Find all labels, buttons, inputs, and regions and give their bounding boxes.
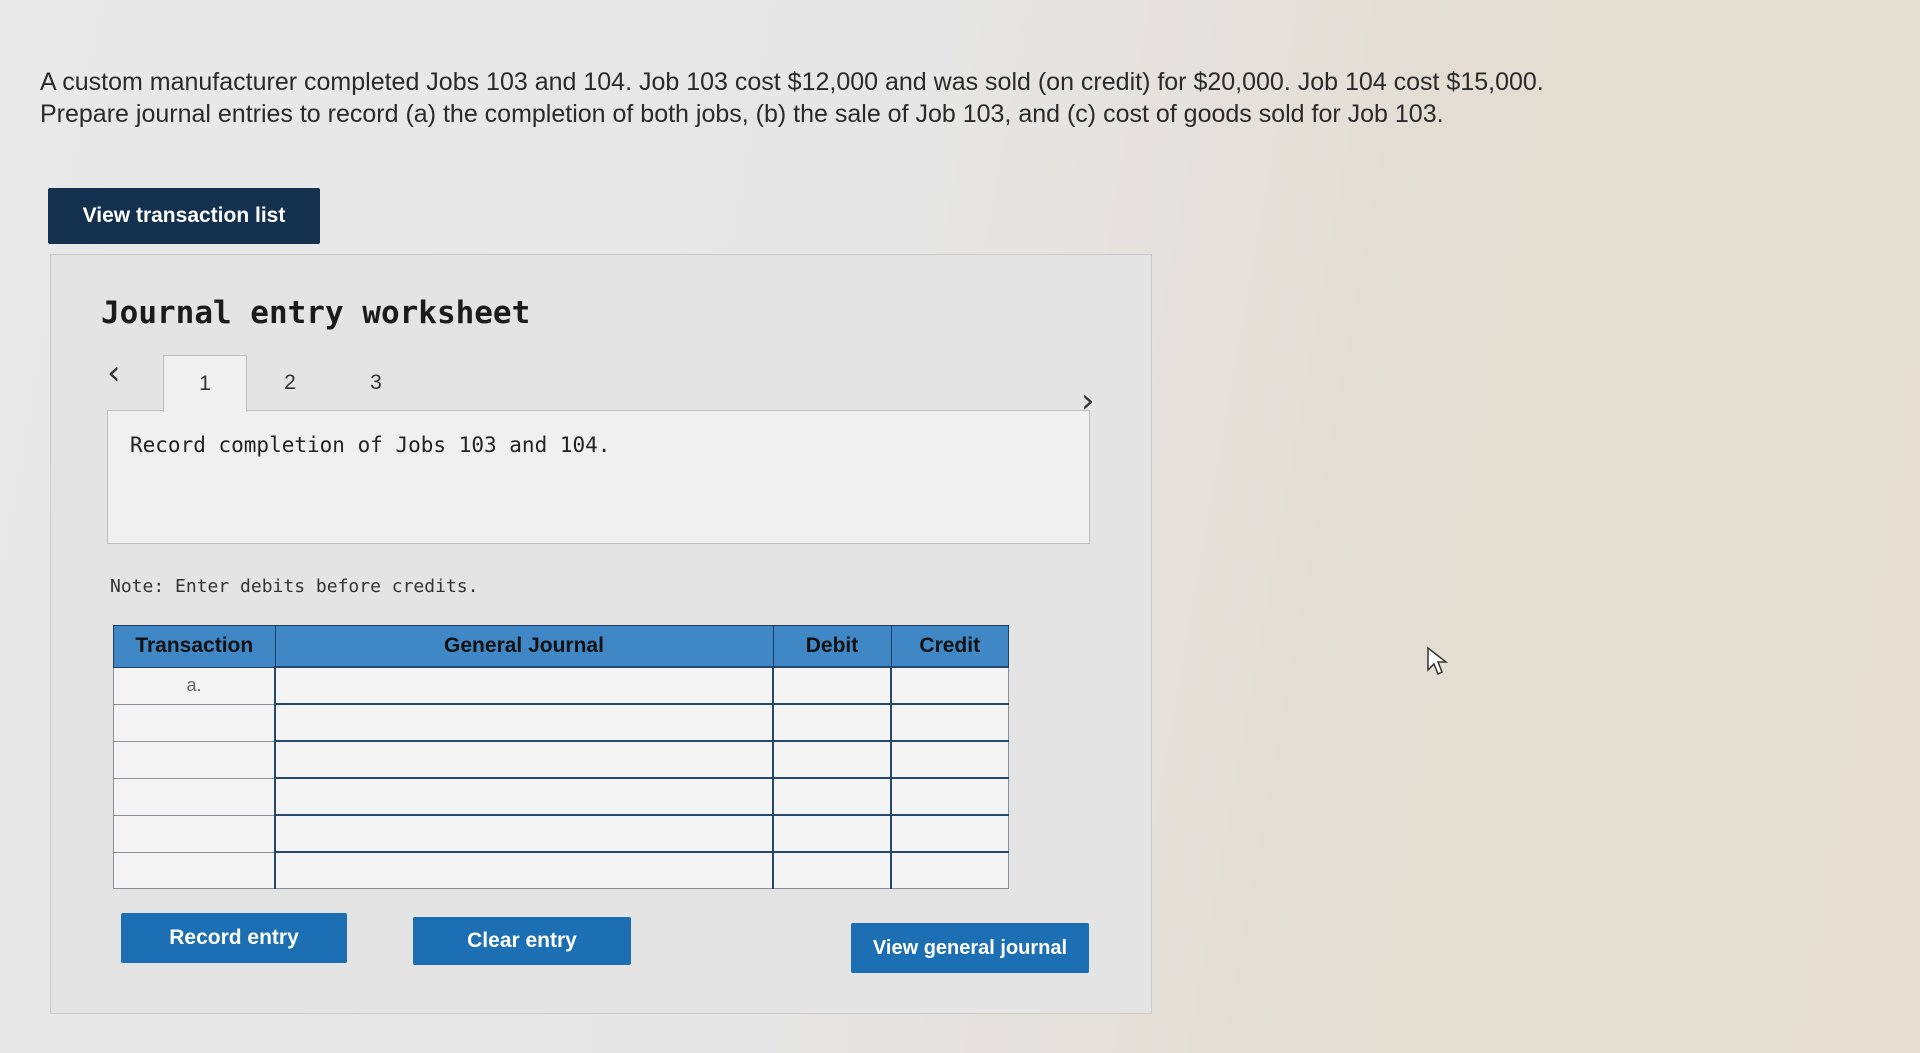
tab-3[interactable]: 3: [335, 355, 417, 411]
clear-entry-button[interactable]: Clear entry: [413, 917, 631, 965]
transaction-cell: [113, 703, 276, 742]
record-entry-button[interactable]: Record entry: [121, 913, 347, 963]
debit-input[interactable]: [772, 740, 892, 779]
header-debit: Debit: [772, 625, 892, 668]
problem-line-2: Prepare journal entries to record (a) th…: [40, 100, 1444, 128]
table-row: a.: [113, 666, 1009, 705]
account-select[interactable]: [274, 740, 774, 779]
problem-statement: A custom manufacturer completed Jobs 103…: [40, 66, 1620, 130]
problem-line-1: A custom manufacturer completed Jobs 103…: [40, 68, 1544, 96]
debit-input[interactable]: [772, 777, 892, 816]
tab-1[interactable]: 1: [163, 355, 247, 412]
tab-2[interactable]: 2: [249, 355, 331, 411]
credit-input[interactable]: [890, 777, 1009, 816]
table-row: [113, 851, 1009, 889]
journal-entry-worksheet: Journal entry worksheet ‹ 1 2 3 › Record…: [50, 254, 1152, 1014]
journal-table: Transaction General Journal Debit Credit…: [113, 625, 1009, 889]
credit-input[interactable]: [890, 740, 1009, 779]
credit-input[interactable]: [890, 851, 1009, 889]
credit-input[interactable]: [890, 814, 1009, 853]
transaction-cell: a.: [113, 666, 276, 705]
view-general-journal-button[interactable]: View general journal: [851, 923, 1089, 973]
header-general-journal: General Journal: [274, 625, 774, 668]
transaction-cell: [113, 851, 276, 889]
transaction-description-box: Record completion of Jobs 103 and 104.: [107, 410, 1090, 544]
table-row: [113, 777, 1009, 816]
debit-input[interactable]: [772, 814, 892, 853]
transaction-description: Record completion of Jobs 103 and 104.: [130, 433, 611, 457]
transaction-cell: [113, 740, 276, 779]
table-row: [113, 740, 1009, 779]
account-select[interactable]: [274, 703, 774, 742]
transaction-cell: [113, 777, 276, 816]
table-row: [113, 814, 1009, 853]
debit-input[interactable]: [772, 703, 892, 742]
worksheet-title: Journal entry worksheet: [101, 295, 531, 331]
transaction-cell: [113, 814, 276, 853]
debit-input[interactable]: [772, 666, 892, 705]
header-transaction: Transaction: [113, 625, 276, 668]
account-select[interactable]: [274, 814, 774, 853]
account-select[interactable]: [274, 777, 774, 816]
view-transaction-list-button[interactable]: View transaction list: [48, 188, 320, 244]
credit-input[interactable]: [890, 703, 1009, 742]
entry-note: Note: Enter debits before credits.: [110, 576, 479, 597]
chevron-left-icon[interactable]: ‹: [107, 353, 121, 393]
header-credit: Credit: [890, 625, 1009, 668]
mouse-cursor-icon: [1426, 646, 1449, 681]
account-select[interactable]: [274, 851, 774, 889]
debit-input[interactable]: [772, 851, 892, 889]
table-row: [113, 703, 1009, 742]
account-select[interactable]: [274, 666, 774, 705]
credit-input[interactable]: [890, 666, 1009, 705]
